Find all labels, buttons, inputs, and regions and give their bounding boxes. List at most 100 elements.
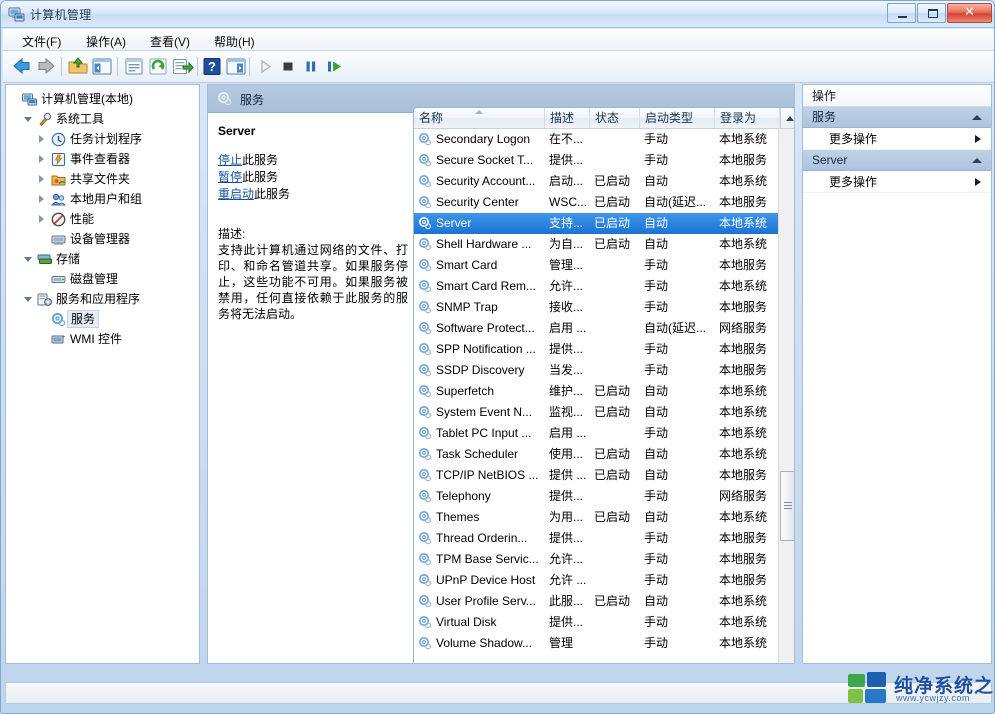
table-row[interactable]: Smart Card管理...手动本地服务 [414,255,780,276]
chevron-up-icon[interactable] [972,115,982,120]
service-gear-icon [418,216,432,230]
minimize-button[interactable] [887,3,916,23]
table-row[interactable]: Secondary Logon在不...手动本地系统 [414,129,780,150]
table-row[interactable]: Virtual Disk提供...手动本地系统 [414,612,780,633]
chevron-right-icon[interactable] [38,175,47,184]
table-row[interactable]: TPM Base Servic...允许...手动本地服务 [414,549,780,570]
chevron-down-icon[interactable] [24,255,33,264]
tree-item-disk-management[interactable]: 磁盘管理 [10,269,199,289]
show-tree-icon[interactable] [90,55,114,78]
scroll-up-button[interactable] [780,108,795,129]
menu-help[interactable]: 帮助(H) [207,32,262,49]
more-actions-server[interactable]: 更多操作 [803,171,991,193]
console-tree[interactable]: 计算机管理(本地) 系统工具 [5,84,200,664]
cell-description: WSC... [549,192,590,213]
table-row[interactable]: Secure Socket T...提供...手动本地服务 [414,150,780,171]
table-row[interactable]: Smart Card Rem...允许...手动本地系统 [414,276,780,297]
menu-action[interactable]: 操作(A) [79,32,133,49]
chevron-right-icon[interactable] [38,215,47,224]
watermark-logo-icon [846,670,888,706]
chevron-right-icon[interactable] [38,195,47,204]
restart-link-text[interactable]: 重启动 [218,187,254,201]
column-header-name[interactable]: 名称 [414,108,545,128]
tree-item-event-viewer[interactable]: 事件查看器 [10,149,199,169]
pause-service-link[interactable]: 暂停此服务 [218,169,405,186]
table-row[interactable]: Security Account...启动...已启动自动本地系统 [414,171,780,192]
tree-item-wmi-control[interactable]: WMI 控件 [10,329,199,349]
back-icon[interactable] [10,55,34,78]
actions-group-services[interactable]: 服务 [803,107,991,128]
tree-item-performance[interactable]: 性能 [10,209,199,229]
properties-icon[interactable] [122,55,146,78]
more-actions-services[interactable]: 更多操作 [803,128,991,150]
chevron-right-icon[interactable] [38,155,47,164]
refresh-icon[interactable] [146,55,170,78]
tree-item-storage[interactable]: 存储 [10,249,199,269]
tree-item-shared-folders[interactable]: 共享文件夹 [10,169,199,189]
menu-file[interactable]: 文件(F) [15,32,68,49]
table-row[interactable]: UPnP Device Host允许 ...手动本地服务 [414,570,780,591]
table-row[interactable]: Security CenterWSC...已启动自动(延迟...本地服务 [414,192,780,213]
close-button[interactable]: ✕ [947,3,992,23]
table-row[interactable]: Telephony提供...手动网络服务 [414,486,780,507]
chevron-up-icon[interactable] [972,158,982,163]
tree-item-computer-management[interactable]: 计算机管理(本地) [10,89,199,109]
cell-status: 已启动 [594,192,640,213]
table-row[interactable]: Software Protect...启用 ...自动(延迟...网络服务 [414,318,780,339]
cell-logon: 本地服务 [719,549,780,570]
start-service-icon[interactable] [253,55,277,78]
table-row[interactable]: Server支持...已启动自动本地系统 [414,213,780,234]
tree-item-task-scheduler[interactable]: 任务计划程序 [10,129,199,149]
tree-item-label: 存储 [56,249,80,269]
show-action-pane-icon[interactable] [224,55,248,78]
actions-group-server[interactable]: Server [803,150,991,171]
cell-status: 已启动 [594,465,640,486]
tree-item-services[interactable]: 服务 [10,309,199,329]
services-list-body[interactable]: Secondary Logon在不...手动本地系统Secure Socket … [414,129,780,664]
table-row[interactable]: System Event N...监视...已启动自动本地系统 [414,402,780,423]
table-row[interactable]: SSDP Discovery当发...手动本地服务 [414,360,780,381]
table-row[interactable]: Volume Shadow...管理手动本地系统 [414,633,780,654]
column-header-startup-type[interactable]: 启动类型 [640,108,715,128]
stop-service-icon[interactable] [276,55,300,78]
maximize-button[interactable] [917,3,946,23]
watermark: 纯净系统之家 www.ycwjzy.com [836,666,994,713]
table-row[interactable]: User Profile Serv...此服...已启动自动本地系统 [414,591,780,612]
pause-link-text[interactable]: 暂停 [218,170,242,184]
services-list-scrollbar[interactable] [778,129,795,664]
help-icon[interactable]: ? [200,55,224,78]
table-row[interactable]: Superfetch维护...已启动自动本地系统 [414,381,780,402]
up-folder-icon[interactable] [66,55,90,78]
table-row[interactable]: Task Scheduler使用...已启动自动本地系统 [414,444,780,465]
column-header-status[interactable]: 状态 [590,108,640,128]
table-row[interactable]: SPP Notification ...提供...手动本地服务 [414,339,780,360]
chevron-right-icon[interactable] [38,135,47,144]
stop-link-text[interactable]: 停止 [218,153,242,167]
table-row[interactable]: Thread Orderin...提供...手动本地服务 [414,528,780,549]
table-row[interactable]: SNMP Trap接收...手动本地服务 [414,297,780,318]
column-header-description[interactable]: 描述 [545,108,590,128]
menu-view[interactable]: 查看(V) [143,32,197,49]
chevron-down-icon[interactable] [24,295,33,304]
tree-item-local-users-groups[interactable]: 本地用户和组 [10,189,199,209]
service-gear-icon [418,237,432,251]
chevron-down-icon[interactable] [24,115,33,124]
tree-item-system-tools[interactable]: 系统工具 [10,109,199,129]
pause-service-icon[interactable] [299,55,323,78]
table-row[interactable]: Shell Hardware ...为自...已启动自动本地系统 [414,234,780,255]
forward-icon[interactable] [34,55,58,78]
tree-item-services-applications[interactable]: 服务和应用程序 [10,289,199,309]
tree-item-device-manager[interactable]: 设备管理器 [10,229,199,249]
column-header-logon-as[interactable]: 登录为 [715,108,780,128]
restart-service-link[interactable]: 重启动此服务 [218,186,405,203]
cell-name: Themes [436,507,545,528]
table-row[interactable]: Tablet PC Input ...启用 ...手动本地系统 [414,423,780,444]
restart-service-icon[interactable] [322,55,346,78]
cell-status [594,276,640,297]
table-row[interactable]: Themes为用...已启动自动本地系统 [414,507,780,528]
export-list-icon[interactable] [170,55,194,78]
scrollbar-thumb[interactable] [780,471,795,541]
cell-status [594,549,640,570]
table-row[interactable]: TCP/IP NetBIOS ...提供 ...已启动自动本地服务 [414,465,780,486]
stop-service-link[interactable]: 停止此服务 [218,152,405,169]
